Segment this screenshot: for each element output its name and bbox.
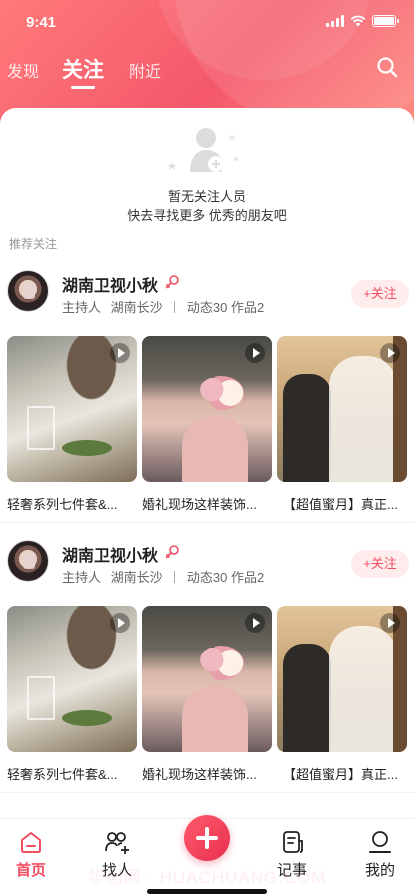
bottom-tab-bar: 首页 找人 记事 我的 华创网 · HUACHUANG.COM xyxy=(0,815,414,896)
post-thumbnail[interactable] xyxy=(142,336,272,482)
top-tabs: 发现 关注 附近 xyxy=(0,50,414,94)
user-location: 湖南长沙 xyxy=(110,570,163,585)
status-time: 9:41 xyxy=(26,14,57,31)
notes-icon xyxy=(283,831,303,853)
post-caption[interactable]: 轻奢系列七件套&... xyxy=(7,494,137,513)
post-caption[interactable]: 轻奢系列七件套&... xyxy=(7,764,137,783)
status-bar: 9:41 xyxy=(0,0,414,44)
divider xyxy=(0,792,414,793)
user-role: 主持人 xyxy=(62,300,102,315)
play-icon xyxy=(110,343,130,363)
post-thumbnail[interactable] xyxy=(7,606,137,752)
create-post-button[interactable] xyxy=(184,815,230,861)
post-thumbnail[interactable] xyxy=(142,606,272,752)
empty-state-title: 暂无关注人员 xyxy=(167,189,246,204)
battery-icon xyxy=(372,15,399,27)
cellular-signal-icon xyxy=(326,15,344,27)
user-name[interactable]: 湖南卫视小秋 xyxy=(62,272,158,296)
play-icon xyxy=(245,613,265,633)
main-content: 暂无关注人员 快去寻找更多 优秀的朋友吧 推荐关注 湖南卫视小秋 主持人 湖南长… xyxy=(0,108,414,818)
active-tab-indicator xyxy=(71,86,95,89)
post-caption[interactable]: 【超值蜜月】真正... xyxy=(283,494,413,513)
user-role: 主持人 xyxy=(62,570,102,585)
recommend-section-label: 推荐关注 xyxy=(9,237,58,251)
post-thumbnail[interactable] xyxy=(7,336,137,482)
avatar[interactable] xyxy=(7,270,49,312)
empty-state-subtitle: 快去寻找更多 优秀的朋友吧 xyxy=(127,208,287,223)
home-indicator xyxy=(147,889,267,894)
find-people-icon xyxy=(105,832,129,854)
user-location: 湖南长沙 xyxy=(110,300,163,315)
play-icon xyxy=(380,613,400,633)
play-icon xyxy=(245,343,265,363)
user-stats: 动态30 作品2 xyxy=(186,570,265,585)
post-caption[interactable]: 婚礼现场这样装饰... xyxy=(142,494,272,513)
post-thumbnail[interactable] xyxy=(277,336,407,482)
user-stats: 动态30 作品2 xyxy=(186,300,265,315)
profile-icon xyxy=(369,831,391,853)
post-caption[interactable]: 婚礼现场这样装饰... xyxy=(142,764,272,783)
wifi-icon xyxy=(350,15,366,27)
tab-discover[interactable]: 发现 xyxy=(7,58,39,82)
tab-following[interactable]: 关注 xyxy=(62,54,104,84)
tab-nearby[interactable]: 附近 xyxy=(129,58,161,82)
avatar[interactable] xyxy=(7,540,49,582)
user-meta: 主持人 湖南长沙 动态30 作品2 xyxy=(62,567,264,586)
play-icon xyxy=(110,613,130,633)
user-name[interactable]: 湖南卫视小秋 xyxy=(62,542,158,566)
user-meta: 主持人 湖南长沙 动态30 作品2 xyxy=(62,297,264,316)
female-icon xyxy=(165,275,179,289)
post-thumbnail[interactable] xyxy=(277,606,407,752)
follow-button[interactable]: +关注 xyxy=(351,550,409,578)
search-icon[interactable] xyxy=(376,56,398,78)
divider xyxy=(0,522,414,523)
play-icon xyxy=(380,343,400,363)
watermark: 华创网 · HUACHUANG.COM xyxy=(87,868,327,887)
follow-button[interactable]: +关注 xyxy=(351,280,409,308)
post-caption[interactable]: 【超值蜜月】真正... xyxy=(283,764,413,783)
female-icon xyxy=(165,545,179,559)
home-icon xyxy=(21,832,41,853)
empty-follow-icon xyxy=(167,128,239,172)
